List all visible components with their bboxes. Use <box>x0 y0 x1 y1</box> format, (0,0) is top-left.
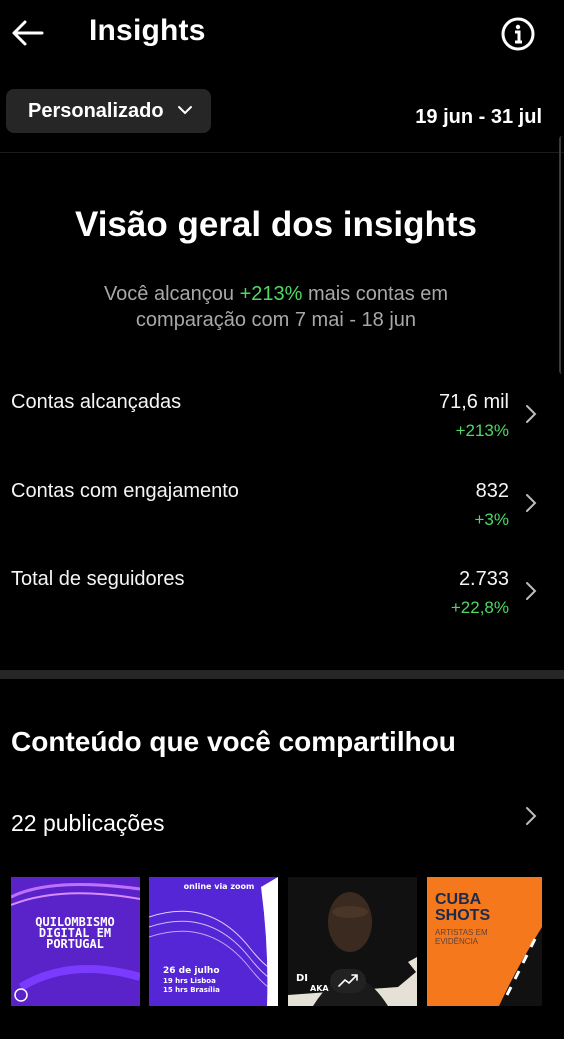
publications-count: 22 publicações <box>11 810 165 836</box>
metric-row-followers[interactable]: Total de seguidores 2.733 +22,8% <box>0 568 564 638</box>
info-icon <box>501 17 535 51</box>
post-text: PORTUGAL <box>46 937 104 951</box>
metric-label: Contas alcançadas <box>11 391 182 413</box>
post-thumbnail[interactable]: online via zoom 26 de julho 19 hrs Lisbo… <box>149 877 278 1006</box>
overview-subtitle-highlight: +213% <box>239 283 303 305</box>
post-thumbnail[interactable]: CUBA SHOTS ARTISTAS EM EVIDÊNCIA <box>427 877 542 1006</box>
scrollbar[interactable] <box>559 136 564 374</box>
post-text: online via zoom <box>184 882 255 891</box>
metric-value: 2.733 <box>458 568 509 590</box>
metric-label: Total de seguidores <box>11 568 185 590</box>
content-section-title: Conteúdo que você compartilhou <box>11 726 456 757</box>
info-button[interactable] <box>500 16 536 52</box>
metric-change: +22,8% <box>450 598 509 617</box>
chevron-right-icon <box>526 582 537 600</box>
section-divider <box>0 670 564 679</box>
metric-row-engagement[interactable]: Contas com engajamento 832 +3% <box>0 480 564 550</box>
metric-label: Contas com engajamento <box>11 480 239 502</box>
back-arrow-icon <box>12 20 44 46</box>
post-thumbnails: QUILOMBISMO DIGITAL EM PORTUGAL online v… <box>11 877 542 1007</box>
post-text: 19 hrs Lisboa <box>163 977 216 985</box>
post-artwork: QUILOMBISMO DIGITAL EM PORTUGAL <box>11 877 140 1006</box>
overview-title: Visão geral dos insights <box>75 205 477 244</box>
overview-subtitle: Você alcançou +213% mais contas em compa… <box>60 281 492 333</box>
page-title: Insights <box>89 14 206 47</box>
back-button[interactable] <box>10 17 46 49</box>
post-text: ARTISTAS EM <box>435 928 488 937</box>
chevron-right-icon <box>526 405 537 423</box>
metric-row-reach[interactable]: Contas alcançadas 71,6 mil +213% <box>0 391 564 461</box>
post-text: AKA <box>310 984 329 993</box>
post-text: EVIDÊNCIA <box>435 937 479 946</box>
overview-subtitle-prefix: Você alcançou <box>103 283 240 305</box>
post-thumbnail[interactable]: QUILOMBISMO DIGITAL EM PORTUGAL <box>11 877 140 1006</box>
post-text: DI <box>296 973 308 984</box>
top-bar: Insights <box>0 0 564 66</box>
post-text: 15 hrs Brasília <box>163 986 220 994</box>
chevron-right-icon <box>526 807 537 825</box>
post-artwork: CUBA SHOTS ARTISTAS EM EVIDÊNCIA <box>427 877 542 1006</box>
metric-change: +213% <box>455 421 509 440</box>
post-artwork: DI AKA <box>288 877 417 1006</box>
date-filter-label: Personalizado <box>28 100 164 122</box>
chevron-down-icon <box>178 106 192 115</box>
post-artwork: online via zoom 26 de julho 19 hrs Lisbo… <box>149 877 278 1006</box>
date-range: 19 jun - 31 jul <box>415 106 542 128</box>
divider <box>0 152 564 153</box>
metric-change: +3% <box>474 510 510 529</box>
post-text: 26 de julho <box>163 966 220 976</box>
date-filter-dropdown[interactable]: Personalizado <box>6 89 211 133</box>
post-text: SHOTS <box>435 907 490 924</box>
metric-value: 832 <box>475 480 509 502</box>
post-thumbnail[interactable]: DI AKA <box>288 877 417 1006</box>
chevron-right-icon <box>526 494 537 512</box>
publications-row[interactable]: 22 publicações <box>0 800 564 844</box>
metric-value: 71,6 mil <box>438 391 509 413</box>
post-text: CUBA <box>435 891 482 908</box>
